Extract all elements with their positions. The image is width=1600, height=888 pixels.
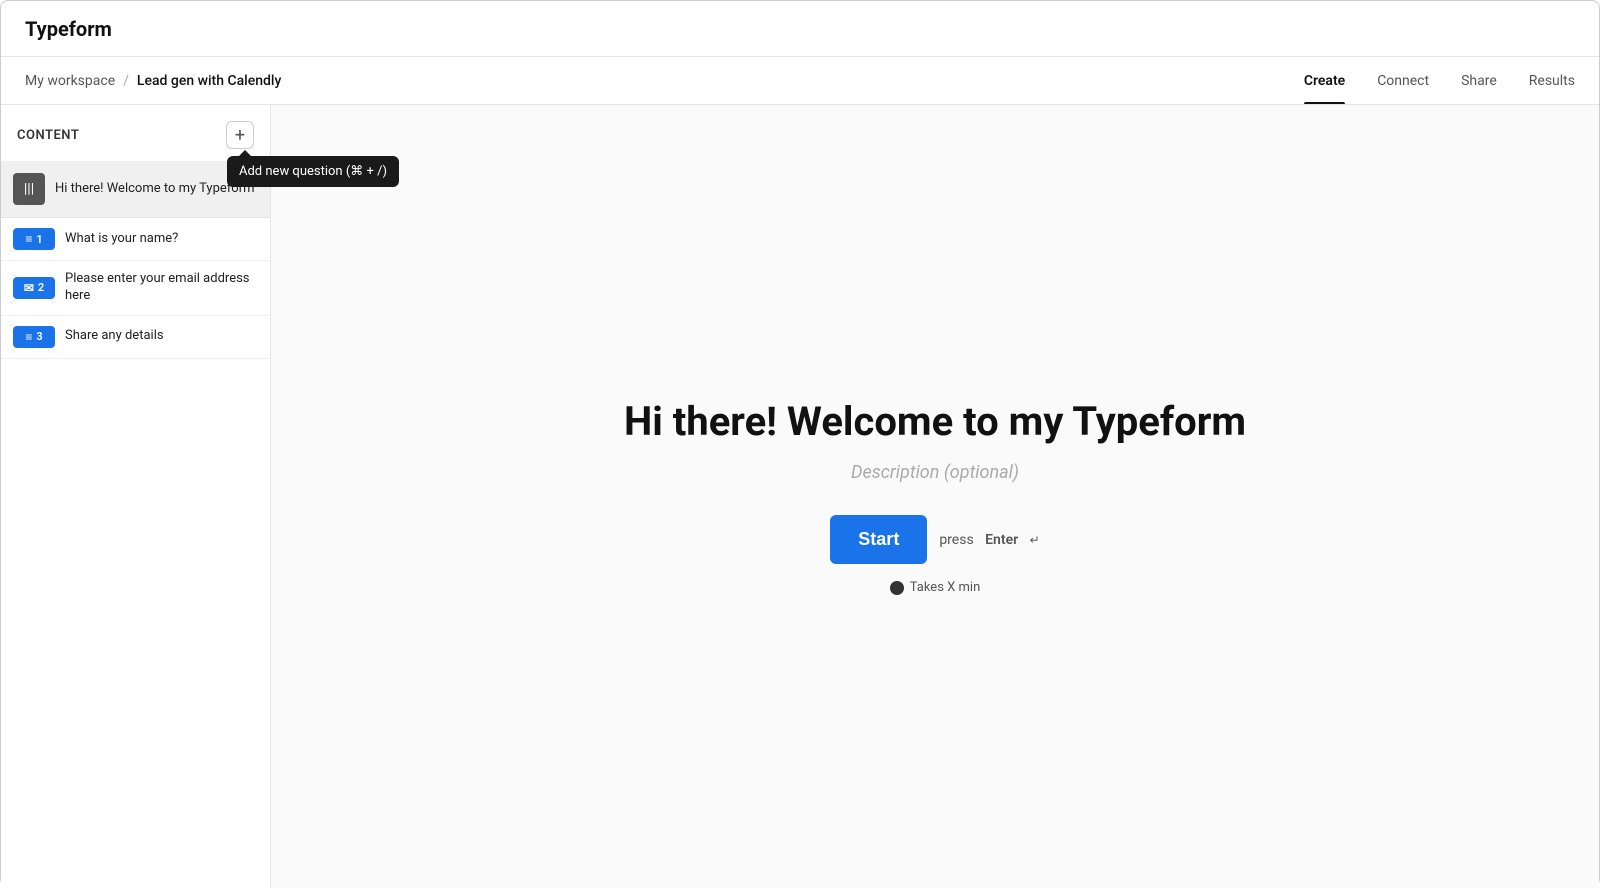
nav-bar: My workspace / Lead gen with Calendly Cr… (1, 57, 1599, 105)
question-type-icon-1: ≡ (25, 232, 32, 246)
welcome-icon: ||| (13, 173, 45, 205)
sidebar-title: Content (17, 128, 79, 143)
app-title: Typeform (25, 17, 112, 41)
start-row: Start press Enter ↵ (624, 515, 1246, 564)
welcome-text: Hi there! Welcome to my Typeform (55, 181, 255, 198)
enter-symbol: ↵ (1030, 533, 1040, 547)
takes-time: Takes X min (624, 580, 1246, 595)
question-item-3[interactable]: ≡ 3 Share any details (1, 316, 270, 359)
tab-results[interactable]: Results (1529, 57, 1575, 104)
question-type-icon-2: ✉ (24, 281, 34, 295)
question-item-1[interactable]: ≡ 1 What is your name? (1, 218, 270, 261)
start-button[interactable]: Start (830, 515, 927, 564)
sidebar: Content + Add new question (⌘ + /) ||| H… (1, 105, 271, 888)
welcome-slide[interactable]: ||| Hi there! Welcome to my Typeform (1, 161, 270, 218)
question-label-3: Share any details (65, 328, 164, 345)
preview-description: Description (optional) (624, 462, 1246, 483)
clock-icon (890, 581, 904, 595)
question-item-2[interactable]: ✉ 2 Please enter your email address here (1, 261, 270, 316)
breadcrumb: My workspace / Lead gen with Calendly (25, 73, 281, 89)
preview-card: Hi there! Welcome to my Typeform Descrip… (624, 398, 1246, 595)
content-area: Hi there! Welcome to my Typeform Descrip… (271, 105, 1599, 888)
question-badge-1: ≡ 1 (13, 228, 55, 250)
preview-title: Hi there! Welcome to my Typeform (624, 398, 1246, 446)
question-badge-3: ≡ 3 (13, 326, 55, 348)
question-label-1: What is your name? (65, 231, 178, 248)
breadcrumb-separator: / (123, 73, 129, 89)
tab-connect[interactable]: Connect (1377, 57, 1429, 104)
top-bar: Typeform (1, 1, 1599, 57)
tab-share[interactable]: Share (1461, 57, 1497, 104)
workspace-link[interactable]: My workspace (25, 73, 115, 89)
question-type-icon-3: ≡ (25, 330, 32, 344)
question-label-2: Please enter your email address here (65, 271, 258, 305)
question-badge-2: ✉ 2 (13, 277, 55, 299)
add-question-button[interactable]: + Add new question (⌘ + /) (226, 121, 254, 149)
main-layout: Content + Add new question (⌘ + /) ||| H… (1, 105, 1599, 888)
tab-create[interactable]: Create (1304, 57, 1345, 104)
form-name: Lead gen with Calendly (137, 73, 281, 89)
sidebar-header: Content + Add new question (⌘ + /) (1, 105, 270, 161)
nav-tabs: Create Connect Share Results (1304, 57, 1575, 104)
enter-key-label: Enter (985, 532, 1018, 548)
press-enter-hint: press Enter ↵ (939, 532, 1039, 548)
